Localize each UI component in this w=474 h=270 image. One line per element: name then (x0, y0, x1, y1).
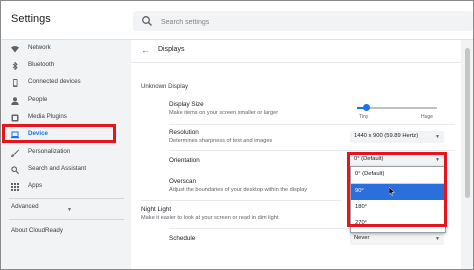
sidebar-item-label: About CloudReady (11, 227, 63, 234)
night-light-title: Night Light (141, 206, 172, 213)
app-title: Settings (11, 13, 51, 25)
search-icon (142, 16, 152, 26)
sidebar-advanced-toggle[interactable]: Advanced ▼ (1, 201, 128, 216)
chevron-down-icon: ▼ (67, 207, 72, 213)
search-box[interactable] (133, 11, 473, 31)
slider-max-label: Huge (421, 114, 433, 120)
sidebar-item-apps[interactable]: Apps (1, 180, 128, 195)
sidebar-advanced-label: Advanced (11, 203, 39, 210)
media-plugin-icon (11, 114, 19, 122)
display-size-title: Display Size (169, 101, 204, 108)
sidebar-item-bluetooth[interactable]: Bluetooth (1, 59, 128, 74)
back-arrow-icon[interactable]: ← (141, 45, 150, 55)
sidebar-item-personalization[interactable]: Personalization (1, 146, 128, 161)
slider-min-label: Tiny (359, 114, 369, 120)
sidebar-item-about[interactable]: About CloudReady (1, 225, 128, 240)
sidebar-item-label: Personalization (28, 148, 71, 155)
sidebar-item-label: Media Plugins (28, 113, 67, 120)
row-divider (169, 150, 455, 151)
sidebar-divider (9, 198, 124, 199)
schedule-select[interactable]: Never ▼ (350, 233, 444, 245)
resolution-select[interactable]: 1440 x 900 (59.89 Hertz) ▼ (350, 131, 444, 143)
row-divider (169, 228, 349, 229)
wifi-icon (11, 46, 19, 53)
row-divider (141, 200, 341, 201)
sidebar-item-people[interactable]: People (1, 94, 128, 109)
night-light-desc: Make it easier to look at your screen or… (141, 215, 279, 221)
search-icon (11, 166, 19, 174)
scrollbar-thumb[interactable] (465, 48, 470, 198)
sidebar-item-search-assistant[interactable]: Search and Assistant (1, 163, 128, 178)
page-header: ← Displays (131, 40, 461, 63)
display-size-desc: Make items on your screen smaller or lar… (169, 110, 279, 116)
resolution-value: 1440 x 900 (59.89 Hertz) (354, 133, 419, 139)
bluetooth-icon (12, 62, 18, 70)
sidebar-item-label: Connected devices (28, 78, 81, 85)
dropdown-arrow-icon: ▼ (435, 134, 440, 140)
person-icon (11, 97, 19, 105)
slider-knob[interactable] (363, 104, 371, 111)
sidebar-item-connected-devices[interactable]: Connected devices (1, 76, 128, 91)
sidebar-item-label: Bluetooth (28, 61, 55, 68)
search-input[interactable] (159, 13, 463, 31)
orientation-highlight-box (347, 152, 447, 227)
schedule-value: Never (354, 235, 370, 241)
row-divider (169, 124, 455, 125)
header-bar: Settings (1, 1, 473, 40)
sidebar-item-network[interactable]: Network (1, 42, 128, 57)
page-title: Displays (158, 46, 185, 53)
device-highlight-box (2, 124, 116, 143)
sidebar-item-label: Search and Assistant (28, 165, 87, 172)
phone-icon (13, 79, 18, 87)
sidebar-item-label: Apps (28, 182, 43, 189)
resolution-desc: Determines sharpness of text and images (169, 138, 273, 144)
overscan-title: Overscan (169, 178, 196, 185)
brush-icon (11, 149, 19, 157)
sidebar: Network Bluetooth Connected devices Peop… (1, 40, 128, 269)
sidebar-divider (9, 219, 124, 220)
dropdown-arrow-icon: ▼ (435, 236, 440, 242)
orientation-title: Orientation (169, 157, 200, 164)
resolution-title: Resolution (169, 129, 199, 136)
section-title: Unknown Display (141, 83, 189, 90)
apps-grid-icon (11, 183, 19, 191)
overscan-desc: Adjust the boundaries of your desktop wi… (169, 187, 308, 193)
schedule-title: Schedule (169, 235, 196, 242)
sidebar-item-label: People (28, 96, 48, 103)
sidebar-item-label: Network (28, 44, 51, 51)
